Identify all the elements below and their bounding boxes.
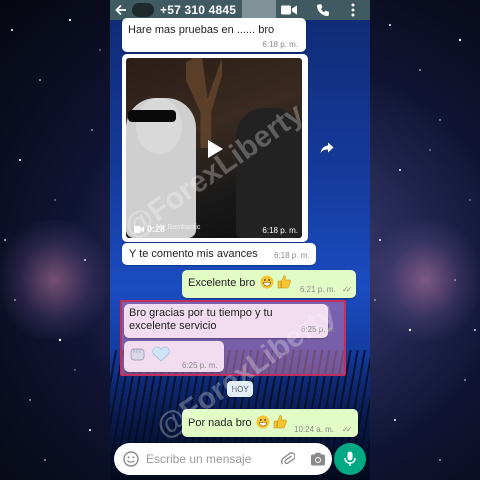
- back-arrow-icon[interactable]: [112, 0, 130, 20]
- video-scene-sunglasses: [128, 110, 176, 122]
- emoji-icon[interactable]: [122, 450, 140, 468]
- message-time: 6:25 p. m.: [182, 361, 218, 370]
- thumbs-up-emoji-icon: [273, 414, 287, 434]
- video-thumbnail[interactable]: 0:28 Mr. Bombastic 6:18 p. m.: [126, 58, 302, 238]
- read-checks-icon: ✓✓: [342, 285, 353, 294]
- message-time: 6:21 p. m.: [300, 285, 336, 294]
- message-input[interactable]: [146, 452, 276, 466]
- grin-emoji-icon: [256, 415, 270, 434]
- phone-icon[interactable]: [312, 0, 334, 20]
- video-time: 6:18 p. m.: [262, 226, 298, 235]
- mic-button[interactable]: [334, 443, 366, 475]
- thumbs-up-emoji-icon: [277, 274, 291, 294]
- message-bubble-outgoing[interactable]: Excelente bro 6:21 p. m. ✓✓: [182, 270, 356, 298]
- share-icon[interactable]: [317, 140, 337, 156]
- video-call-icon[interactable]: [278, 0, 300, 20]
- message-time: 10:24 a. m.: [294, 425, 335, 434]
- message-bubble-outgoing[interactable]: Por nada bro 10:24 a. m. ✓✓: [182, 409, 358, 437]
- message-composer: [114, 443, 332, 475]
- read-checks-icon: ✓✓: [342, 425, 353, 434]
- message-text: Y te comento mis avances: [129, 248, 258, 260]
- grin-emoji-icon: [260, 275, 274, 294]
- message-time: 6:18 p. m.: [262, 40, 298, 49]
- message-time: 6:25 p. m.: [301, 325, 337, 334]
- message-text: Hare mas pruebas en ...... bro: [128, 24, 275, 36]
- video-scene-person-right: [236, 108, 302, 238]
- heart-emoji-icon: [152, 346, 170, 367]
- mic-icon: [344, 451, 356, 466]
- fist-bump-emoji-icon: [129, 346, 147, 367]
- chat-screen: +57 310 4845 Hare mas pruebas en ...... …: [110, 0, 370, 480]
- video-message-bubble[interactable]: 0:28 Mr. Bombastic 6:18 p. m.: [122, 54, 308, 242]
- nebula-left: [0, 220, 110, 340]
- message-text: Por nada bro: [188, 417, 252, 429]
- message-bubble-incoming[interactable]: Bro gracias por tu tiempo y tu excelente…: [124, 304, 337, 338]
- message-bubble-incoming[interactable]: 6:25 p. m.: [124, 341, 224, 372]
- more-vert-icon[interactable]: [344, 0, 362, 20]
- video-camera-icon: [134, 225, 144, 233]
- video-scene-head: [136, 98, 182, 154]
- message-text: Excelente bro: [188, 277, 256, 289]
- camera-icon[interactable]: [308, 449, 328, 469]
- message-time: 6:18 p. m.: [274, 251, 310, 260]
- message-bubble-incoming[interactable]: Y te comento mis avances 6:18 p. m.: [122, 243, 316, 265]
- attach-icon[interactable]: [278, 449, 298, 469]
- message-text: Bro gracias por tu tiempo y tu excelente…: [129, 307, 273, 332]
- contact-name[interactable]: +57 310 4845: [160, 3, 236, 17]
- avatar[interactable]: [132, 3, 154, 17]
- play-icon[interactable]: [202, 136, 228, 162]
- message-bubble-incoming[interactable]: Hare mas pruebas en ...... bro 6:18 p. m…: [122, 18, 306, 52]
- video-caption-label: Mr. Bombastic: [156, 224, 201, 231]
- day-separator-chip: HOY: [227, 381, 253, 397]
- nebula-right: [370, 220, 480, 340]
